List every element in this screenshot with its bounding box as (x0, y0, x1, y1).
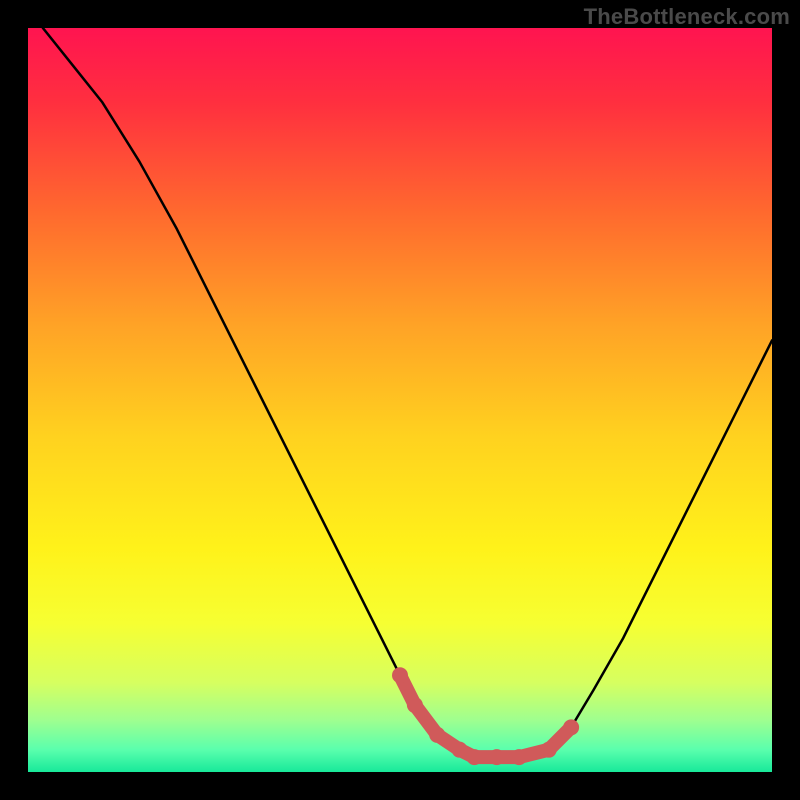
highlight-dot (429, 727, 445, 743)
highlight-dot (563, 719, 579, 735)
highlight-dot (511, 749, 527, 765)
highlight-dot (541, 742, 557, 758)
watermark-text: TheBottleneck.com (584, 4, 790, 30)
chart-svg (28, 28, 772, 772)
highlight-dot (452, 742, 468, 758)
highlight-dot (489, 749, 505, 765)
chart-background (28, 28, 772, 772)
chart-frame: TheBottleneck.com (0, 0, 800, 800)
highlight-dot (466, 749, 482, 765)
highlight-dot (407, 697, 423, 713)
chart-plot-area (28, 28, 772, 772)
highlight-dot (392, 667, 408, 683)
